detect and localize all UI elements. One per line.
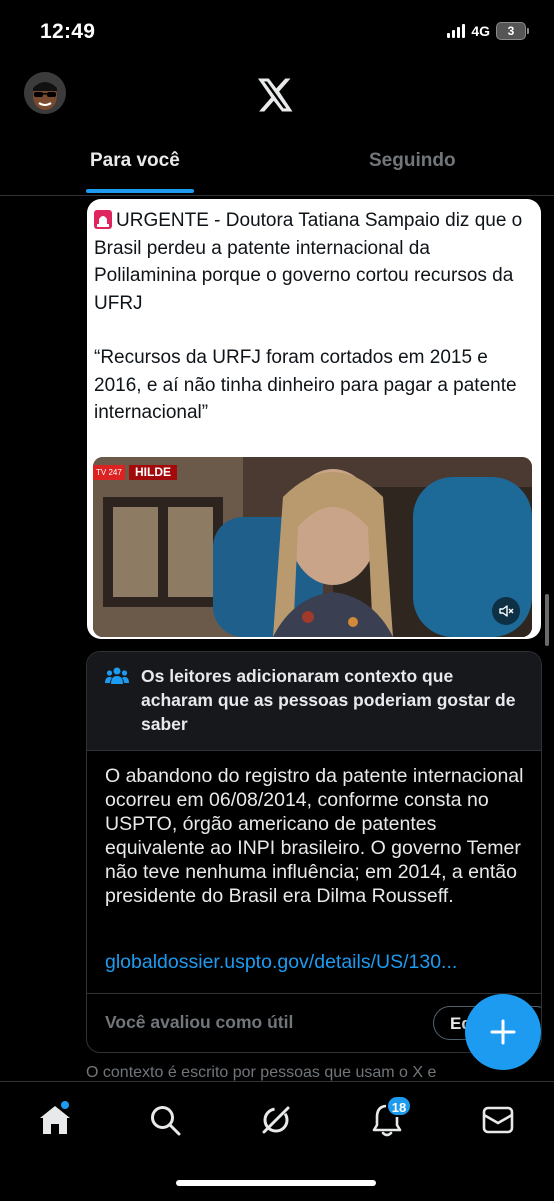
community-note: Os leitores adicionaram contexto que ach… <box>86 651 542 1053</box>
tab-following[interactable]: Seguindo <box>369 150 456 172</box>
tab-for-you[interactable]: Para você <box>90 150 180 172</box>
home-indicator[interactable] <box>176 1180 376 1186</box>
nav-notifications[interactable]: 18 <box>369 1095 412 1138</box>
video-player[interactable]: TV 247 HILDE <box>93 457 532 637</box>
status-indicators: 4G 3 <box>447 22 529 40</box>
nav-home[interactable] <box>37 1101 73 1138</box>
community-note-body: O abandono do registro da patente intern… <box>105 765 524 907</box>
people-icon <box>105 667 129 684</box>
header-divider <box>0 195 554 196</box>
profile-avatar[interactable] <box>24 72 66 114</box>
cellular-signal-icon <box>447 24 466 38</box>
post-quote: “Recursos da URFJ foram cortados em 2015… <box>94 347 517 423</box>
note-divider <box>87 993 541 994</box>
note-divider <box>87 750 541 751</box>
search-icon <box>151 1106 181 1136</box>
mute-toggle-button[interactable] <box>492 597 520 625</box>
context-footer-text: O contexto é escrito por pessoas que usa… <box>86 1064 437 1081</box>
community-note-title: Os leitores adicionaram contexto que ach… <box>141 666 516 734</box>
video-name-badge: HILDE <box>129 465 177 480</box>
community-note-header[interactable]: Os leitores adicionaram contexto que ach… <box>87 652 541 750</box>
battery-icon: 3 <box>496 22 529 40</box>
community-note-link[interactable]: globaldossier.uspto.gov/details/US/130..… <box>105 951 525 974</box>
notifications-badge: 18 <box>386 1095 412 1117</box>
home-unread-dot <box>61 1101 69 1109</box>
scrollbar-thumb[interactable] <box>545 594 549 646</box>
nav-grok[interactable] <box>258 1102 294 1138</box>
rated-helpful-label: Você avaliou como útil <box>105 1012 294 1032</box>
grok-icon <box>262 1106 290 1134</box>
post-headline: URGENTE - Doutora Tatiana Sampaio diz qu… <box>94 210 523 314</box>
envelope-icon <box>482 1106 514 1134</box>
nav-messages[interactable] <box>480 1102 516 1138</box>
battery-level: 3 <box>507 24 515 38</box>
video-frame <box>93 457 532 637</box>
x-logo-icon[interactable] <box>258 78 294 112</box>
active-tab-indicator <box>86 189 194 193</box>
compose-button[interactable] <box>465 994 541 1070</box>
post-image[interactable]: URGENTE - Doutora Tatiana Sampaio diz qu… <box>87 199 541 639</box>
nav-search[interactable] <box>147 1102 183 1138</box>
network-type: 4G <box>471 23 490 39</box>
speaker-muted-icon <box>499 605 514 617</box>
post-image-text: URGENTE - Doutora Tatiana Sampaio diz qu… <box>94 207 534 427</box>
plus-icon <box>490 1019 516 1045</box>
video-channel-badge: TV 247 <box>93 465 125 480</box>
siren-emoji-icon <box>94 210 112 229</box>
home-icon <box>40 1106 70 1134</box>
status-time: 12:49 <box>40 20 96 43</box>
